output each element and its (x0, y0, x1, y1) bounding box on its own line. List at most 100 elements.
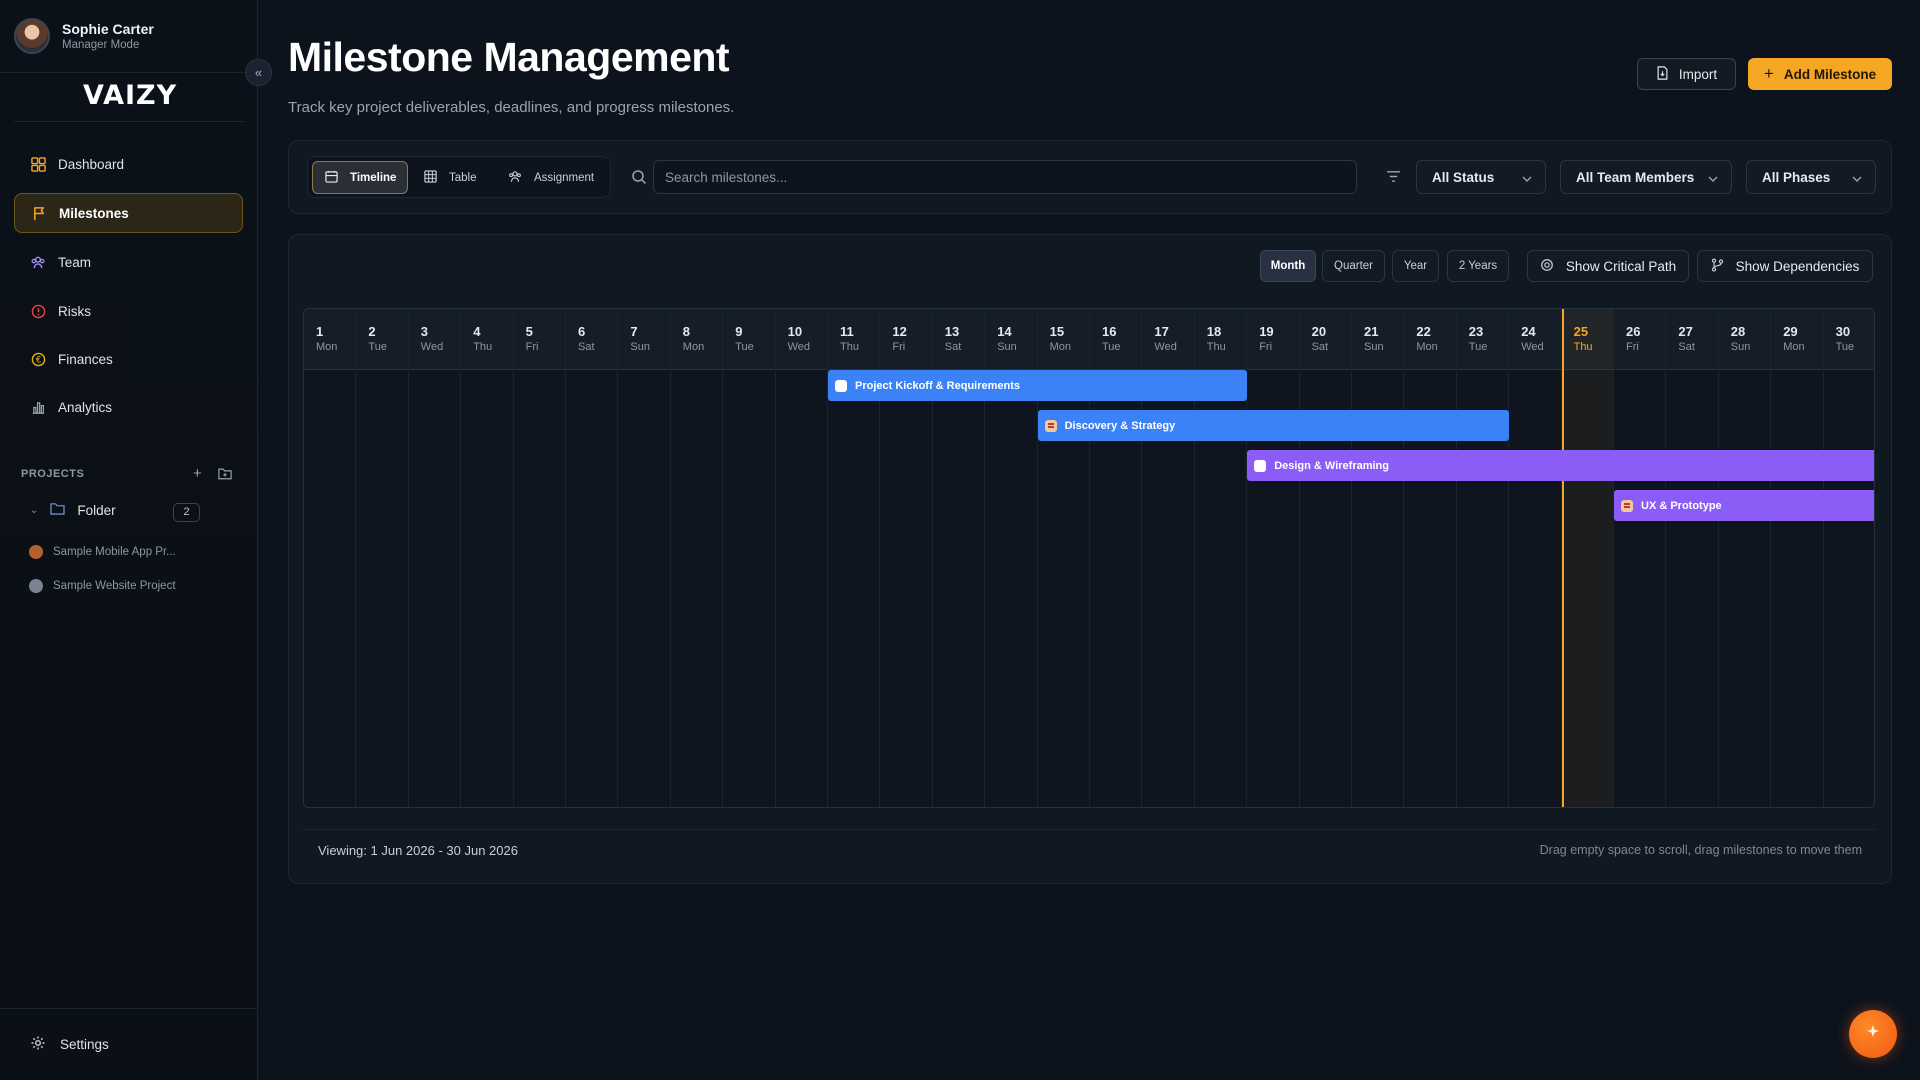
team-member-filter-dropdown[interactable]: All Team Members (1560, 160, 1732, 194)
sidebar-item-dashboard[interactable]: Dashboard (14, 144, 243, 184)
search-input[interactable] (653, 160, 1357, 194)
chevron-down-icon (1852, 170, 1862, 185)
day-weekday: Thu (840, 341, 859, 353)
tab-timeline[interactable]: Timeline (312, 161, 408, 194)
range-year-button[interactable]: Year (1392, 250, 1439, 282)
flag-icon (31, 205, 47, 221)
project-item[interactable]: Sample Website Project (29, 579, 176, 593)
git-branch-icon (1711, 257, 1724, 275)
gantt-chart[interactable]: 1 Mon 2 Tue 3 Wed 4 Thu 5 Fri 6 Sat 7 Sun 8 Mon 9 Tue 10 We… (303, 308, 1875, 808)
day-weekday: Thu (1573, 341, 1593, 353)
sidebar-item-team[interactable]: Team (14, 242, 243, 282)
user-profile[interactable]: Sophie Carter Manager Mode (14, 18, 154, 54)
tab-label: Timeline (350, 171, 397, 184)
sidebar-item-label: Risks (58, 303, 91, 319)
filter-icon[interactable] (1386, 170, 1401, 188)
day-weekday: Tue (735, 341, 754, 353)
plus-icon: + (1763, 64, 1774, 83)
search-icon (631, 169, 647, 190)
table-icon (424, 169, 437, 186)
sidebar-item-analytics[interactable]: Analytics (14, 387, 243, 427)
day-weekday: Fri (525, 341, 539, 353)
day-column (1509, 309, 1562, 807)
day-weekday: Sat (1311, 341, 1329, 353)
sidebar-item-settings[interactable]: Settings (30, 1035, 109, 1054)
checkbox-icon[interactable] (1254, 459, 1267, 472)
range-quarter-button[interactable]: Quarter (1322, 250, 1385, 282)
sidebar-item-milestones[interactable]: Milestones (14, 193, 243, 233)
critical-path-button[interactable]: Show Critical Path (1527, 250, 1689, 282)
view-tabs: Timeline Table Assignment (307, 156, 611, 198)
sidebar-item-finances[interactable]: € Finances (14, 339, 243, 379)
milestone-bar[interactable]: Project Kickoff & Requirements (828, 370, 1248, 401)
day-number: 2 (368, 324, 376, 339)
chevron-down-icon[interactable]: ⌄ (30, 505, 38, 516)
day-weekday: Mon (316, 341, 338, 353)
day-column (1300, 309, 1352, 807)
day-number: 13 (944, 324, 960, 339)
folder-icon (50, 502, 66, 518)
day-number: 18 (1206, 324, 1222, 339)
import-button[interactable]: Import (1637, 58, 1736, 90)
milestone-bar[interactable]: Discovery & Strategy (1037, 410, 1510, 441)
range-2-years-button[interactable]: 2 Years (1447, 250, 1509, 282)
day-weekday: Sat (578, 341, 595, 353)
tab-label: Assignment (534, 171, 595, 184)
day-number: 4 (473, 324, 481, 339)
dependencies-button[interactable]: Show Dependencies (1697, 250, 1873, 282)
dropdown-value: All Team Members (1576, 169, 1695, 185)
flag-icon (1044, 419, 1057, 432)
day-column (1666, 309, 1719, 807)
projects-section-label: PROJECTS (21, 468, 85, 480)
day-number: 17 (1154, 324, 1169, 339)
milestone-label: UX & Prototype (1641, 499, 1722, 512)
folder-item[interactable]: ⌄ Folder (30, 502, 116, 518)
day-number: 22 (1416, 324, 1431, 339)
flag-icon (1621, 499, 1633, 512)
project-label: Sample Mobile App Pr... (53, 546, 176, 558)
add-project-icon[interactable]: + (193, 465, 202, 482)
day-column (1719, 309, 1772, 807)
checkbox-icon[interactable] (835, 379, 847, 392)
day-column (1404, 309, 1457, 807)
import-icon (1656, 65, 1669, 83)
sidebar-item-risks[interactable]: Risks (14, 291, 243, 331)
day-weekday: Sun (997, 341, 1017, 353)
phase-filter-dropdown[interactable]: All Phases (1746, 160, 1876, 194)
status-filter-dropdown[interactable]: All Status (1416, 160, 1546, 194)
day-column (776, 309, 828, 807)
milestone-bar[interactable]: UX & Prototype (1614, 490, 1874, 521)
sparkle-icon (1865, 1024, 1881, 1045)
day-number: 7 (630, 324, 638, 339)
milestone-label: Design & Wireframing (1274, 459, 1389, 472)
collapse-sidebar-button[interactable]: « (245, 59, 272, 86)
day-number: 21 (1364, 324, 1379, 339)
calendar-icon (325, 170, 338, 186)
tab-table[interactable]: Table (412, 161, 492, 194)
critical-path-label: Show Critical Path (1565, 258, 1677, 274)
day-weekday: Sat (944, 341, 962, 353)
day-number: 30 (1835, 324, 1851, 339)
chevron-down-icon (1708, 170, 1718, 185)
day-column (1561, 309, 1614, 807)
tab-assignment[interactable]: Assignment (496, 161, 608, 194)
add-milestone-button[interactable]: + Add Milestone (1748, 58, 1892, 90)
day-column (566, 309, 619, 807)
day-number: 29 (1783, 324, 1798, 339)
assistant-button[interactable] (1849, 1010, 1897, 1058)
day-column (514, 309, 566, 807)
day-weekday: Fri (892, 341, 906, 353)
dropdown-value: All Status (1432, 169, 1495, 185)
day-number: 24 (1521, 324, 1536, 339)
add-folder-icon[interactable] (218, 467, 232, 485)
day-number: 25 (1573, 324, 1589, 339)
day-number: 8 (682, 324, 691, 339)
day-column (618, 309, 671, 807)
milestone-bar[interactable]: Design & Wireframing (1247, 450, 1874, 481)
project-item[interactable]: Sample Mobile App Pr... (29, 545, 176, 559)
milestone-label: Project Kickoff & Requirements (855, 379, 1021, 392)
milestone-label: Discovery & Strategy (1064, 419, 1176, 432)
range-month-button[interactable]: Month (1260, 250, 1316, 282)
team-icon (30, 254, 46, 270)
day-weekday: Mon (1416, 341, 1438, 353)
